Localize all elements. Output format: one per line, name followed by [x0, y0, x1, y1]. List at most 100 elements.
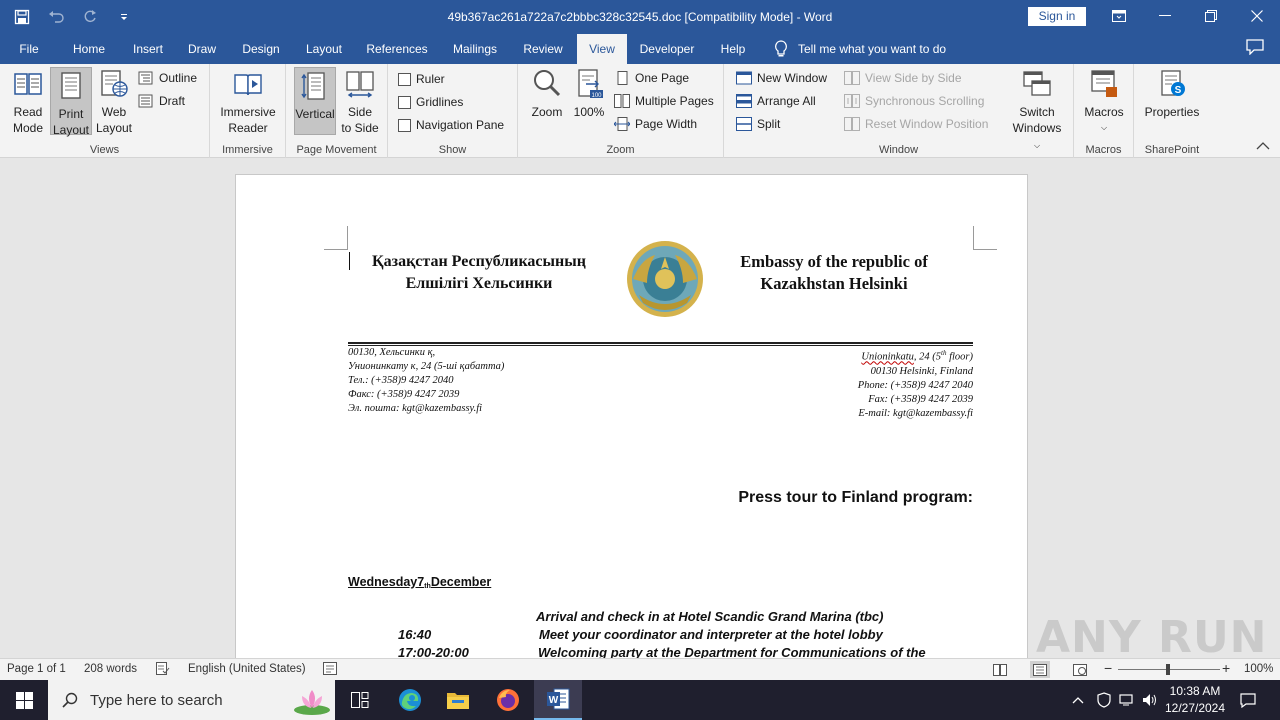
tab-design[interactable]: Design: [233, 34, 289, 64]
properties-button[interactable]: S Properties: [1142, 68, 1202, 120]
print-layout-view-icon[interactable]: [1030, 661, 1050, 678]
street-name-misspelled: Unioninkatu: [861, 351, 914, 363]
notifications-icon[interactable]: [1234, 680, 1262, 720]
file-explorer-icon[interactable]: [434, 680, 482, 720]
ruler-check-box[interactable]: [398, 72, 411, 86]
edge-browser-icon[interactable]: [386, 680, 434, 720]
synchronous-scrolling-button[interactable]: Synchronous Scrolling: [844, 91, 984, 111]
group-macros: Macros ⌵ Macros: [1074, 64, 1134, 158]
address-right-line: Unioninkatu, 24 (5th floor): [673, 346, 973, 365]
word-count[interactable]: 208 words: [84, 663, 137, 675]
clock-time: 10:38 AM: [1169, 684, 1221, 698]
document-area[interactable]: Қазақстан Республикасының Елшілігі Хельс…: [0, 158, 1280, 658]
zoom-button[interactable]: Zoom: [526, 68, 568, 120]
navigation-pane-check-box[interactable]: [398, 118, 411, 132]
accessibility-icon[interactable]: [323, 662, 337, 678]
zoom-out-icon[interactable]: −: [1104, 660, 1112, 676]
draft-button[interactable]: Draft: [138, 91, 185, 111]
start-button[interactable]: [0, 680, 48, 720]
vertical-button[interactable]: Vertical: [294, 67, 336, 135]
sign-in-button[interactable]: Sign in: [1028, 7, 1086, 26]
web-layout-button[interactable]: Web Layout: [94, 68, 134, 136]
schedule-item-text: Arrival and check in at Hotel Scandic Gr…: [536, 609, 884, 624]
defender-icon[interactable]: [1094, 680, 1114, 720]
proofing-icon[interactable]: [156, 662, 170, 678]
undo-icon[interactable]: [42, 6, 70, 28]
zoom-level[interactable]: 100%: [1244, 663, 1273, 675]
print-layout-button[interactable]: Print Layout: [50, 67, 92, 137]
group-label-window: Window: [878, 144, 919, 156]
page-width-button[interactable]: Page Width: [614, 114, 697, 134]
group-immersive: Immersive Reader Immersive: [210, 64, 286, 158]
taskbar-search-box[interactable]: Type here to search: [48, 680, 335, 720]
read-mode-view-icon[interactable]: [990, 661, 1010, 678]
print-layout-icon: [61, 72, 81, 99]
multiple-pages-button[interactable]: Multiple Pages: [614, 91, 714, 111]
minimize-icon[interactable]: [1142, 0, 1188, 32]
network-icon[interactable]: [1116, 680, 1138, 720]
switch-windows-label-1: Switch: [1019, 105, 1055, 119]
tab-mailings[interactable]: Mailings: [444, 34, 506, 64]
task-view-icon[interactable]: [336, 680, 384, 720]
new-window-icon: [736, 71, 752, 85]
restore-icon[interactable]: [1188, 0, 1234, 32]
tab-file[interactable]: File: [10, 34, 48, 64]
redo-icon[interactable]: [76, 6, 104, 28]
side-to-side-button[interactable]: Side to Side: [338, 68, 382, 136]
tab-review[interactable]: Review: [516, 34, 570, 64]
comments-icon[interactable]: [1246, 39, 1268, 59]
tab-layout[interactable]: Layout: [298, 34, 350, 64]
reset-window-position-label: Reset Window Position: [865, 117, 989, 131]
volume-icon[interactable]: [1140, 680, 1160, 720]
tab-view[interactable]: View: [577, 34, 627, 64]
show-hidden-icons-icon[interactable]: [1068, 680, 1088, 720]
new-window-button[interactable]: New Window: [736, 68, 827, 88]
firefox-icon[interactable]: [484, 680, 532, 720]
tab-insert[interactable]: Insert: [124, 34, 172, 64]
text-cursor: [349, 252, 350, 270]
header-left-line-2: Елшілігі Хельсинки: [405, 275, 553, 292]
draft-icon: [138, 94, 153, 108]
close-icon[interactable]: [1234, 0, 1280, 32]
group-page-movement: Vertical Side to Side Page Movement: [286, 64, 388, 158]
language-indicator[interactable]: English (United States): [188, 663, 306, 675]
side-to-side-icon: [346, 71, 374, 98]
schedule-item-text: Welcoming party at the Department for Co…: [538, 645, 926, 658]
zoom-in-icon[interactable]: +: [1222, 660, 1230, 676]
tab-home[interactable]: Home: [64, 34, 114, 64]
immersive-reader-button[interactable]: Immersive Reader: [216, 68, 280, 136]
document-page[interactable]: Қазақстан Республикасының Елшілігі Хельс…: [235, 174, 1028, 658]
zoom-slider-thumb[interactable]: [1166, 664, 1170, 675]
gridlines-check-box[interactable]: [398, 95, 411, 109]
macros-button[interactable]: Macros ⌵: [1080, 68, 1128, 136]
new-window-label: New Window: [757, 71, 828, 85]
save-icon[interactable]: [8, 6, 36, 28]
tab-references[interactable]: References: [360, 34, 434, 64]
tab-developer[interactable]: Developer: [634, 34, 700, 64]
page-count[interactable]: Page 1 of 1: [7, 663, 66, 675]
ribbon-display-options-icon[interactable]: [1096, 0, 1142, 32]
read-mode-button[interactable]: Read Mode: [6, 68, 50, 136]
reset-window-position-button[interactable]: Reset Window Position: [844, 114, 988, 134]
tell-me-box[interactable]: Tell me what you want to do: [774, 34, 946, 64]
tab-help[interactable]: Help: [712, 34, 754, 64]
web-layout-view-icon[interactable]: [1070, 661, 1090, 678]
gridlines-checkbox[interactable]: Gridlines: [398, 92, 463, 112]
customize-qat-icon[interactable]: [110, 6, 138, 28]
navigation-pane-checkbox[interactable]: Navigation Pane: [398, 115, 504, 135]
view-side-by-side-label: View Side by Side: [865, 71, 962, 85]
collapse-ribbon-icon[interactable]: [1256, 140, 1272, 154]
word-taskbar-icon[interactable]: W: [534, 680, 582, 720]
vertical-label: Vertical: [295, 107, 335, 121]
zoom-100-button[interactable]: 100 100%: [570, 68, 608, 120]
split-button[interactable]: Split: [736, 114, 780, 134]
tab-draw[interactable]: Draw: [180, 34, 224, 64]
view-side-by-side-button[interactable]: View Side by Side: [844, 68, 962, 88]
switch-windows-button[interactable]: Switch Windows ⌵: [1008, 68, 1066, 154]
arrange-all-button[interactable]: Arrange All: [736, 91, 816, 111]
one-page-button[interactable]: One Page: [614, 68, 689, 88]
system-clock[interactable]: 10:38 AM 12/27/2024: [1160, 683, 1230, 717]
ruler-checkbox[interactable]: Ruler: [398, 69, 445, 89]
split-label: Split: [757, 117, 781, 131]
outline-button[interactable]: Outline: [138, 68, 197, 88]
